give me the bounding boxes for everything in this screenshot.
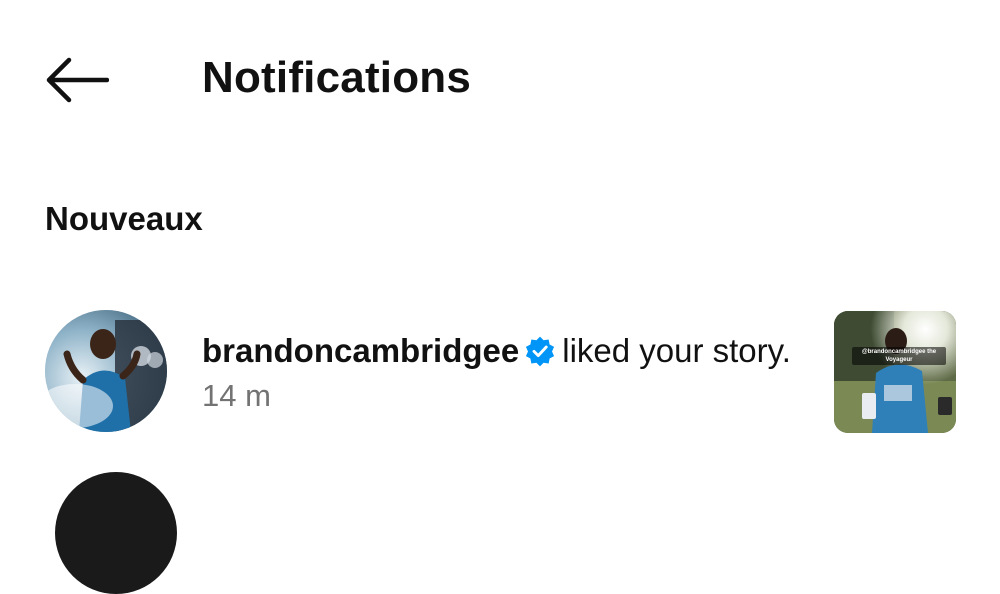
page-title: Notifications (202, 53, 472, 102)
arrow-left-icon (46, 57, 109, 103)
notification-item[interactable]: brandoncambridgee liked your story. 14 m (0, 300, 1000, 445)
header: Notifications (0, 0, 1000, 150)
avatar[interactable] (45, 310, 167, 432)
story-thumbnail-image (834, 311, 956, 433)
username-link[interactable]: brandoncambridgee (202, 330, 519, 372)
notification-time: 14 m (202, 378, 271, 413)
notification-action: liked your story. (562, 332, 791, 369)
story-thumbnail[interactable]: @brandoncambridgee the Voyageur (834, 311, 956, 433)
notification-text: brandoncambridgee liked your story. (202, 330, 791, 372)
avatar[interactable] (55, 472, 177, 594)
section-heading: Nouveaux (45, 200, 203, 237)
avatar-image (45, 310, 167, 432)
verified-badge-icon (526, 336, 555, 367)
back-button[interactable] (40, 50, 112, 110)
story-thumbnail-caption: @brandoncambridgee the Voyageur (852, 347, 946, 365)
